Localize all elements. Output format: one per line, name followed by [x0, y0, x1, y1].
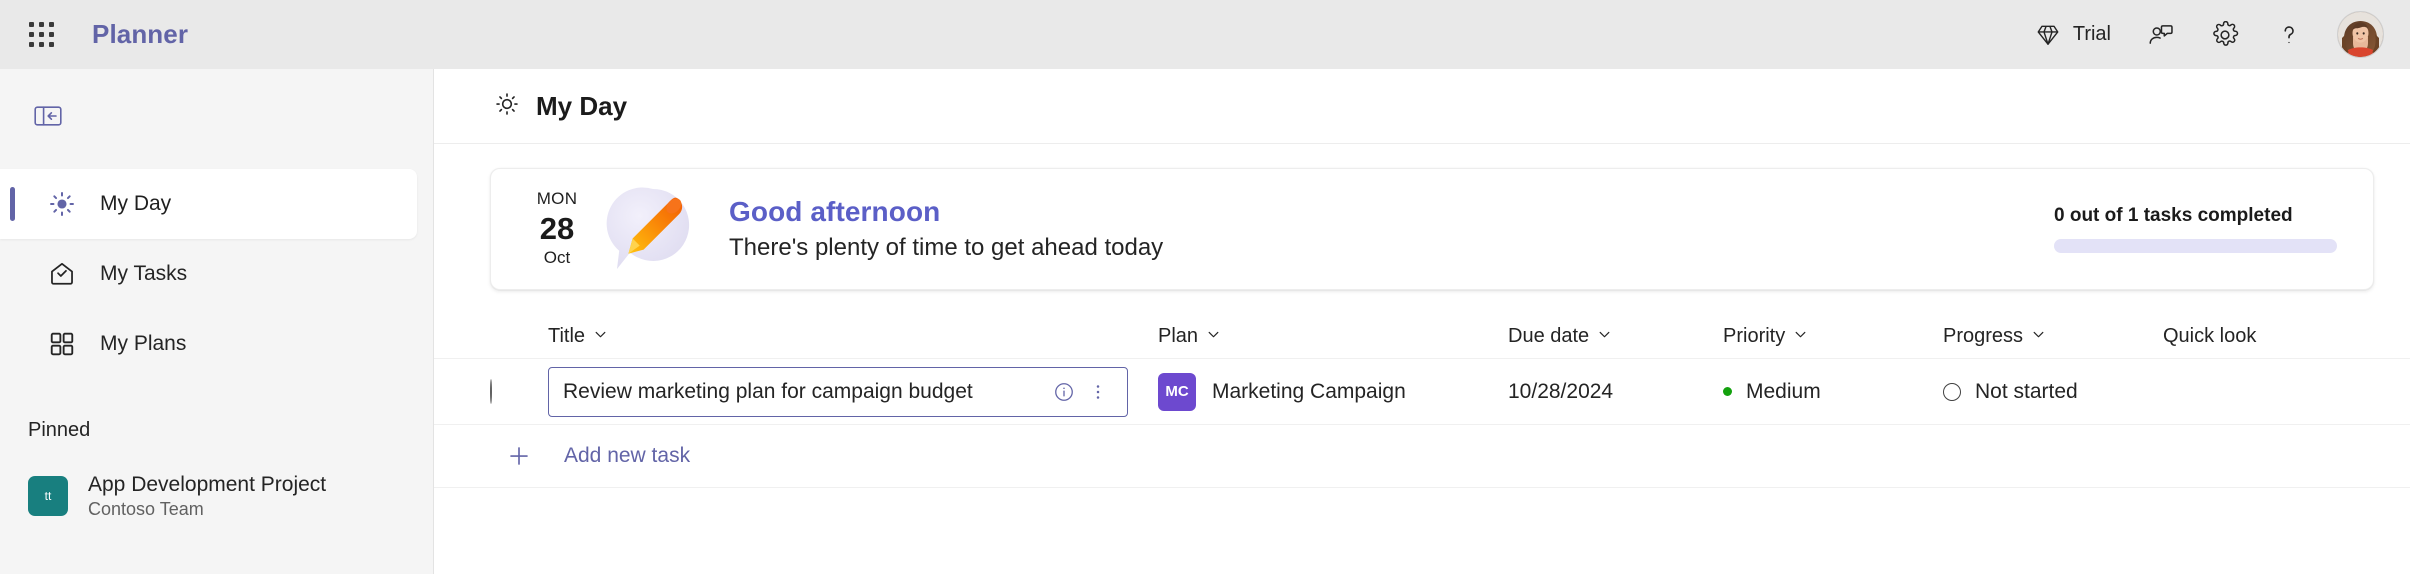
chevron-down-icon [593, 325, 608, 348]
greeting-card: MON 28 Oct Good afternoon There's plenty… [490, 168, 2374, 290]
tasks-progress: 0 out of 1 tasks completed [2054, 205, 2337, 253]
planner-app: Planner Trial My Day My Tasks My Plans P… [0, 0, 2410, 574]
column-header-plan[interactable]: Plan [1158, 325, 1508, 348]
tasks-table-header: Title Plan Due date Priority Progress Qu… [434, 314, 2410, 358]
envelope-check-icon [48, 260, 88, 288]
info-icon[interactable] [1047, 375, 1081, 409]
greeting-month: Oct [543, 248, 571, 268]
header-actions: Trial [2019, 11, 2384, 59]
question-mark-icon [2275, 21, 2303, 49]
collapse-panel-icon [33, 103, 63, 134]
not-started-circle-icon [1943, 382, 1961, 401]
sidebar: My Day My Tasks My Plans Pinned tt App D… [0, 69, 434, 574]
person-chat-icon [2147, 21, 2175, 49]
sidebar-item-label: My Plans [100, 332, 187, 355]
avatar[interactable] [2337, 11, 2384, 58]
column-header-label: Due date [1508, 324, 1590, 347]
column-header-due-date[interactable]: Due date [1508, 325, 1723, 348]
pinned-plan-texts: App Development Project Contoso Team [88, 473, 326, 520]
row-plan-cell[interactable]: MC Marketing Campaign [1158, 372, 1508, 411]
page-header: My Day [434, 69, 2410, 144]
progress-label: Not started [1975, 379, 2078, 403]
chevron-down-icon [1597, 325, 1612, 348]
plan-chip: MC Marketing Campaign [1158, 372, 1508, 411]
trial-label: Trial [2072, 23, 2111, 45]
task-title-input[interactable] [563, 379, 1047, 404]
greeting-day-of-week: MON [536, 189, 578, 209]
chevron-down-icon [1793, 325, 1808, 348]
diamond-icon [2035, 22, 2061, 48]
column-header-priority[interactable]: Priority [1723, 325, 1943, 348]
sidebar-nav: My Day My Tasks My Plans [0, 169, 433, 379]
column-header-label: Title [548, 324, 586, 347]
sidebar-item-my-plans[interactable]: My Plans [0, 309, 417, 379]
pinned-plan-subtitle: Contoso Team [88, 498, 204, 519]
settings-button[interactable] [2195, 11, 2255, 59]
collapse-panel-button[interactable] [24, 98, 72, 138]
app-launcher-button[interactable] [18, 12, 64, 58]
sidebar-collapse-row [0, 91, 433, 145]
tasks-table: Title Plan Due date Priority Progress Qu… [434, 314, 2410, 488]
priority-dot-icon [1723, 387, 1732, 396]
sidebar-item-my-day[interactable]: My Day [0, 169, 417, 239]
avatar-photo [2338, 12, 2383, 57]
add-new-task-label: Add new task [564, 444, 691, 467]
priority-chip: Medium [1723, 380, 1943, 404]
column-header-label: Quick look [2163, 324, 2257, 347]
greeting-day-number: 28 [539, 210, 575, 246]
app-brand-title[interactable]: Planner [92, 19, 188, 50]
sidebar-item-my-tasks[interactable]: My Tasks [0, 239, 417, 309]
progress-chip: Not started [1943, 380, 2163, 404]
column-header-label: Plan [1158, 324, 1199, 347]
pinned-plan-item[interactable]: tt App Development Project Contoso Team [0, 464, 433, 528]
chevron-down-icon [1206, 325, 1221, 348]
app-body: My Day My Tasks My Plans Pinned tt App D… [0, 69, 2410, 574]
greeting-heading: Good afternoon [729, 196, 941, 227]
plan-name: Marketing Campaign [1212, 379, 1406, 403]
main-content: My Day MON 28 Oct Good afternoon There's… [434, 69, 2410, 574]
pencil-illustration-icon [599, 179, 707, 279]
sidebar-item-label: My Tasks [100, 262, 188, 285]
row-priority-cell[interactable]: Medium [1723, 380, 1943, 404]
greeting-subheading: There's plenty of time to get ahead toda… [729, 234, 1164, 261]
row-title-cell [548, 366, 1158, 417]
pinned-plan-title: App Development Project [88, 472, 327, 496]
tasks-progress-label: 0 out of 1 tasks completed [2054, 205, 2293, 226]
sun-icon [48, 190, 88, 218]
plan-badge: MC [1158, 372, 1196, 411]
top-header-bar: Planner Trial [0, 0, 2410, 69]
gear-icon [2211, 20, 2239, 49]
task-complete-checkbox[interactable] [490, 378, 492, 404]
plus-icon [490, 443, 548, 469]
grid-icon [28, 22, 54, 47]
plan-tile-icon: tt [28, 476, 68, 516]
column-header-label: Priority [1723, 324, 1786, 347]
column-header-title[interactable]: Title [548, 325, 1158, 348]
help-button[interactable] [2259, 11, 2319, 59]
trial-button[interactable]: Trial [2019, 11, 2127, 59]
greeting-card-wrapper: MON 28 Oct Good afternoon There's plenty… [434, 144, 2410, 290]
pinned-section-header: Pinned [28, 419, 91, 441]
greeting-texts: Good afternoon There's plenty of time to… [729, 196, 1163, 262]
greeting-date: MON 28 Oct [525, 190, 589, 267]
sidebar-item-label: My Day [100, 192, 172, 215]
sun-icon [494, 91, 520, 122]
column-header-label: Progress [1943, 324, 2024, 347]
row-due-date-cell[interactable]: 10/28/2024 [1508, 380, 1723, 404]
priority-label: Medium [1746, 379, 1821, 403]
tasks-progress-bar [2054, 239, 2337, 253]
more-options-icon[interactable] [1081, 375, 1115, 409]
grid-squares-icon [48, 330, 88, 358]
row-progress-cell[interactable]: Not started [1943, 380, 2163, 404]
table-row: MC Marketing Campaign 10/28/2024 Medium [434, 358, 2410, 424]
task-title-editor[interactable] [548, 366, 1128, 417]
feedback-button[interactable] [2131, 11, 2191, 59]
page-title: My Day [536, 90, 628, 121]
column-header-quick-look: Quick look [2163, 325, 2363, 348]
add-new-task-row[interactable]: Add new task [434, 424, 2410, 488]
row-checkbox-cell [490, 378, 548, 404]
column-header-progress[interactable]: Progress [1943, 325, 2163, 348]
chevron-down-icon [2031, 325, 2046, 348]
